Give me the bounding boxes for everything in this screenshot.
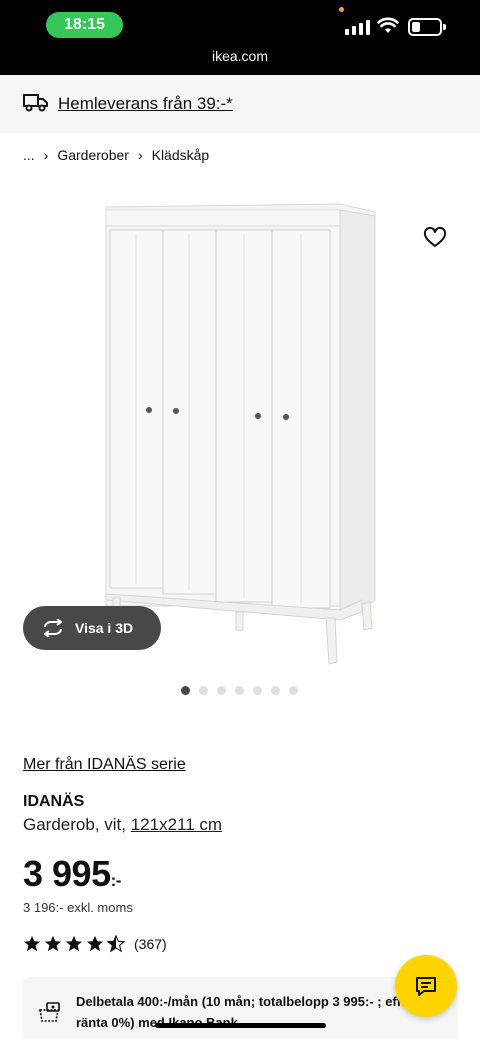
product-desc-text: Garderob, vit, bbox=[23, 815, 131, 834]
carousel-dot[interactable] bbox=[217, 686, 226, 695]
carousel-dot[interactable] bbox=[253, 686, 262, 695]
financing-banner[interactable]: Delbetala 400:-/mån (10 mån; totalbelopp… bbox=[23, 977, 458, 1039]
product-description: Garderob, vit, 121x211 cm bbox=[23, 815, 222, 835]
star-icon bbox=[23, 935, 41, 952]
heart-icon[interactable] bbox=[423, 227, 447, 249]
breadcrumb: ... › Garderober › Klädskåp bbox=[23, 147, 209, 163]
product-name: IDANÄS bbox=[23, 793, 85, 810]
home-indicator[interactable] bbox=[155, 1023, 326, 1028]
privacy-indicator bbox=[339, 7, 344, 12]
breadcrumb-item-garderober[interactable]: Garderober bbox=[57, 147, 129, 163]
carousel-dot[interactable] bbox=[271, 686, 280, 695]
star-icon bbox=[65, 935, 83, 952]
payment-icon bbox=[39, 1002, 60, 1022]
delivery-link[interactable]: Hemleverans från 39:-* bbox=[58, 94, 233, 114]
battery-icon bbox=[408, 18, 446, 36]
carousel-dot[interactable] bbox=[199, 686, 208, 695]
product-image[interactable] bbox=[0, 180, 480, 680]
carousel-dots[interactable] bbox=[181, 686, 298, 695]
price: 3 995:- bbox=[23, 853, 121, 895]
price-suffix: :- bbox=[110, 871, 122, 890]
truck-icon bbox=[23, 94, 48, 112]
chat-button[interactable] bbox=[395, 955, 457, 1017]
view-3d-button[interactable]: Visa i 3D bbox=[23, 606, 161, 650]
rating[interactable]: (367) bbox=[23, 935, 167, 953]
breadcrumb-more[interactable]: ... bbox=[23, 147, 35, 163]
carousel-dot[interactable] bbox=[235, 686, 244, 695]
wifi-icon bbox=[377, 17, 399, 33]
carousel-dot[interactable] bbox=[289, 686, 298, 695]
series-link[interactable]: Mer från IDANÄS serie bbox=[23, 756, 186, 774]
star-icon bbox=[86, 935, 104, 952]
price-value: 3 995 bbox=[23, 853, 111, 894]
breadcrumb-item-kladskap[interactable]: Klädskåp bbox=[152, 147, 210, 163]
rating-count: (367) bbox=[134, 936, 167, 952]
signal-icon bbox=[345, 19, 371, 35]
status-bar: 18:15 ikea.com bbox=[0, 0, 480, 75]
url-label[interactable]: ikea.com bbox=[0, 48, 480, 64]
carousel-dot[interactable] bbox=[181, 686, 190, 695]
chevron-right-icon: › bbox=[137, 147, 143, 163]
chat-icon bbox=[416, 977, 436, 996]
rotate-3d-icon bbox=[44, 619, 62, 637]
star-half-icon bbox=[107, 935, 125, 953]
dimensions-link[interactable]: 121x211 cm bbox=[131, 815, 222, 834]
view-3d-label: Visa i 3D bbox=[75, 620, 134, 636]
star-icon bbox=[44, 935, 62, 952]
price-excl-vat: 3 196:- exkl. moms bbox=[23, 900, 133, 915]
clock: 18:15 bbox=[46, 12, 123, 38]
chevron-right-icon: › bbox=[43, 147, 49, 163]
delivery-banner[interactable]: Hemleverans från 39:-* bbox=[0, 75, 480, 133]
